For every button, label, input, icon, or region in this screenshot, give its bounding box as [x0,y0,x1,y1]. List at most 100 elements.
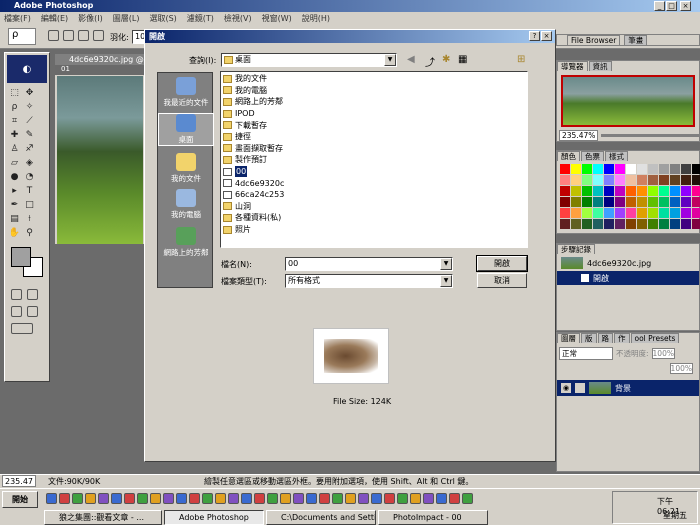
color-swatch[interactable] [659,197,669,207]
color-swatch[interactable] [593,175,603,185]
quick-launch-icon[interactable] [150,493,161,504]
tab-swatches[interactable]: 色票 [581,151,604,161]
color-swatch[interactable] [560,219,570,229]
color-swatch[interactable] [648,208,658,218]
color-swatch[interactable] [692,208,700,218]
color-swatch[interactable] [604,197,614,207]
menu-filter[interactable]: 濾鏡(T) [187,12,214,25]
add-icon[interactable]: ⊞ [517,54,525,65]
quick-launch-icon[interactable] [137,493,148,504]
color-swatch[interactable] [604,164,614,174]
color-swatch[interactable] [571,175,581,185]
quick-launch-icon[interactable] [384,493,395,504]
color-swatch[interactable] [681,164,691,174]
quick-launch-icon[interactable] [85,493,96,504]
file-row[interactable]: 照片 [223,224,525,236]
quick-launch-icon[interactable] [176,493,187,504]
color-swatch[interactable] [593,208,603,218]
path-select-icon[interactable]: ▸ [7,184,22,198]
color-swatch[interactable] [692,175,700,185]
color-swatch[interactable] [637,219,647,229]
file-row[interactable]: 山洞 [223,201,525,213]
color-swatch[interactable] [626,164,636,174]
quick-launch-icon[interactable] [215,493,226,504]
history-state-open[interactable]: 開啟 [557,271,699,285]
color-swatch[interactable] [560,164,570,174]
open-button[interactable]: 開啟 [476,255,528,272]
color-swatch[interactable] [626,219,636,229]
menu-window[interactable]: 視窗(W) [262,12,292,25]
tab-brushes[interactable]: 筆畫 [624,35,648,45]
layer-row-background[interactable]: ◉ 背景 [557,380,699,396]
zoom-tool-icon[interactable]: ⚲ [22,226,37,240]
document-canvas[interactable] [57,76,143,244]
fill-input[interactable]: 100% [669,363,693,374]
color-swatch[interactable] [593,186,603,196]
navigator-thumbnail[interactable] [561,75,695,127]
quick-launch-icon[interactable] [254,493,265,504]
eraser-tool-icon[interactable]: ▱ [7,156,22,170]
quick-launch-icon[interactable] [410,493,421,504]
lasso-preset-picker[interactable]: ρ [8,28,36,45]
color-swatch[interactable] [560,208,570,218]
place-network[interactable]: 網路上的芳鄰 [158,227,214,258]
file-row[interactable]: 網路上的芳鄰 [223,96,525,108]
chevron-down-icon[interactable]: ▼ [384,54,396,66]
file-row[interactable]: 製作預訂 [223,154,525,166]
color-swatch[interactable] [571,186,581,196]
color-swatch[interactable] [637,208,647,218]
file-row[interactable]: IPOD [223,108,525,120]
quick-launch-icon[interactable] [423,493,434,504]
type-tool-icon[interactable]: T [22,184,37,198]
color-swatch[interactable] [659,175,669,185]
marquee-tool-icon[interactable]: ⬚ [7,86,22,100]
color-swatch[interactable] [648,175,658,185]
tab-history[interactable]: 步驟記錄 [557,244,595,254]
document-title[interactable]: 4dc6e9320c.jpg @ [55,54,145,65]
color-swatch[interactable] [659,186,669,196]
color-swatch[interactable] [681,175,691,185]
color-swatch[interactable] [593,197,603,207]
lasso-tool-icon[interactable]: ρ [7,100,22,114]
bucket-tool-icon[interactable]: ◈ [22,156,37,170]
color-swatch[interactable] [604,175,614,185]
quick-launch-icon[interactable] [332,493,343,504]
quick-launch-icon[interactable] [241,493,252,504]
tab-navigator[interactable]: 導覽器 [557,61,588,71]
tab-paths[interactable]: 路 [597,333,613,343]
filename-input[interactable]: 00 ▼ [285,257,453,271]
quick-launch-icon[interactable] [449,493,460,504]
color-swatch[interactable] [571,164,581,174]
hand-tool-icon[interactable]: ✋ [7,226,22,240]
file-row[interactable]: 我的電腦 [223,85,525,97]
visibility-eye-icon[interactable]: ◉ [561,383,571,393]
task-photoshop[interactable]: Adobe Photoshop [164,510,264,525]
color-swatch[interactable] [582,175,592,185]
quick-launch-icon[interactable] [72,493,83,504]
color-swatch[interactable] [681,186,691,196]
menu-select[interactable]: 選取(S) [149,12,176,25]
status-zoom[interactable]: 235.47 [2,475,36,487]
navigator-zoom[interactable]: 235.47% [559,130,599,141]
quick-launch-icon[interactable] [46,493,57,504]
color-swatch[interactable] [626,208,636,218]
color-swatch[interactable] [560,175,570,185]
eye-logo-icon[interactable]: ◐ [7,55,47,83]
pen-tool-icon[interactable]: ✒ [7,198,22,212]
maximize-button[interactable]: □ [666,1,677,11]
file-row[interactable]: 00 [223,166,525,178]
color-swatch[interactable] [692,164,700,174]
notes-tool-icon[interactable]: ▤ [7,212,22,226]
color-swatch[interactable] [582,186,592,196]
move-tool-icon[interactable]: ✥ [22,86,37,100]
quick-launch-icon[interactable] [189,493,200,504]
screen-mode-2-icon[interactable] [27,306,38,317]
color-swatch[interactable] [615,164,625,174]
task-photoimpact[interactable]: PhotoImpact - 00 [378,510,488,525]
tab-actions[interactable]: 作 [614,333,630,343]
color-swatch[interactable] [681,219,691,229]
color-swatch[interactable] [571,208,581,218]
color-swatch[interactable] [626,186,636,196]
color-swatch[interactable] [615,197,625,207]
quickmask-mode-icon[interactable] [27,289,38,300]
